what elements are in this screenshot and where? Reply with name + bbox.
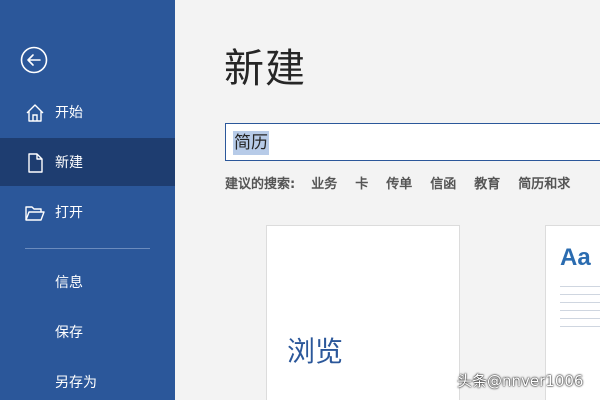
sidebar-item-label: 开始 bbox=[55, 105, 83, 121]
preview-line bbox=[560, 294, 600, 295]
template-card-label: 浏览 bbox=[287, 335, 344, 368]
suggested-searches-label: 建议的搜索: bbox=[225, 176, 296, 192]
suggestion-link[interactable]: 教育 bbox=[474, 173, 500, 192]
folder-open-icon bbox=[25, 206, 45, 221]
sidebar-item-save-as[interactable]: 另存为 bbox=[0, 358, 175, 400]
preview-line bbox=[560, 302, 600, 303]
preview-line bbox=[560, 326, 600, 327]
template-card-browse[interactable]: 浏览 bbox=[266, 225, 460, 400]
sidebar-item-label: 新建 bbox=[55, 155, 83, 171]
suggestion-link[interactable]: 信函 bbox=[430, 173, 456, 192]
sidebar-item-save[interactable]: 保存 bbox=[0, 308, 175, 356]
back-button[interactable] bbox=[19, 45, 49, 75]
sidebar-item-label: 保存 bbox=[55, 325, 83, 341]
suggestion-link[interactable]: 业务 bbox=[311, 173, 337, 192]
suggested-searches: 建议的搜索: 业务 卡 传单 信函 教育 简历和求 bbox=[225, 172, 588, 192]
sidebar-item-new[interactable]: 新建 bbox=[0, 138, 175, 186]
new-document-icon bbox=[28, 153, 43, 173]
search-input[interactable]: 简历 bbox=[233, 131, 269, 155]
watermark: 头条@nnver1006 bbox=[457, 372, 584, 390]
back-arrow-icon bbox=[20, 46, 48, 74]
suggestion-link[interactable]: 传单 bbox=[386, 173, 412, 192]
suggestion-link[interactable]: 简历和求 bbox=[518, 173, 570, 192]
preview-line bbox=[560, 310, 600, 311]
page-title: 新建 bbox=[224, 46, 306, 92]
sidebar-item-open[interactable]: 打开 bbox=[0, 188, 175, 236]
sidebar-item-home[interactable]: 开始 bbox=[0, 88, 175, 136]
sidebar-item-label: 打开 bbox=[55, 205, 83, 221]
sidebar-divider bbox=[25, 248, 150, 249]
home-icon bbox=[26, 104, 44, 122]
template-search-box[interactable]: 简历 bbox=[225, 123, 600, 161]
sidebar-item-label: 另存为 bbox=[55, 375, 97, 391]
preview-line bbox=[560, 318, 600, 319]
preview-line bbox=[560, 286, 600, 287]
sidebar-item-info[interactable]: 信息 bbox=[0, 258, 175, 306]
sidebar-item-label: 信息 bbox=[55, 275, 83, 291]
suggestion-link[interactable]: 卡 bbox=[355, 173, 368, 192]
template-card-label: Aa bbox=[560, 244, 591, 271]
backstage-sidebar: 开始 新建 打开 信息 保存 另存为 bbox=[0, 0, 175, 400]
